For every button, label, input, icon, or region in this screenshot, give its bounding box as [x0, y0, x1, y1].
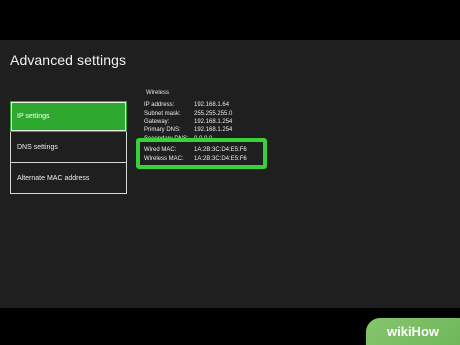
detail-row-wired-mac: Wired MAC: 1A:2B:3C:D4:E5:F6: [144, 145, 264, 154]
network-details: IP address: 192.168.1.64 Subnet mask: 25…: [144, 101, 304, 143]
detail-row-subnet-mask: Subnet mask: 255.255.255.0: [144, 109, 304, 117]
detail-value: 192.168.1.64: [194, 102, 230, 109]
detail-row-gateway: Gateway: 192.168.1.254: [144, 118, 304, 126]
detail-label: Subnet mask:: [144, 110, 181, 117]
top-letterbox: [0, 0, 460, 40]
detail-value: 1A:2B:3C:D4:E5:F6: [194, 155, 247, 162]
menu-item-label: IP settings: [17, 113, 50, 120]
mac-address-details: Wired MAC: 1A:2B:3C:D4:E5:F6 Wireless MA…: [144, 145, 264, 163]
menu-item-label: DNS settings: [17, 143, 58, 151]
menu-item-alternate-mac[interactable]: Alternate MAC address: [10, 163, 127, 194]
menu-item-label: Alternate MAC address: [17, 174, 90, 182]
screen: Advanced settings IP settings DNS settin…: [0, 0, 460, 345]
detail-value: 255.255.255.0: [194, 110, 233, 117]
menu-item-ip-settings[interactable]: IP settings: [10, 101, 127, 132]
detail-row-wireless-mac: Wireless MAC: 1A:2B:3C:D4:E5:F6: [144, 154, 264, 163]
detail-row-ip-address: IP address: 192.168.1.64: [144, 101, 304, 109]
menu-item-dns-settings[interactable]: DNS settings: [10, 132, 127, 163]
detail-label: Wired MAC:: [144, 146, 177, 153]
advanced-settings-menu: IP settings DNS settings Alternate MAC a…: [10, 101, 127, 194]
detail-value: 192.168.1.254: [194, 118, 233, 125]
detail-row-primary-dns: Primary DNS: 192.168.1.254: [144, 126, 304, 134]
detail-value: 192.168.1.254: [194, 127, 233, 134]
page-title: Advanced settings: [10, 52, 127, 68]
wikihow-logo: wikiHow: [366, 318, 460, 345]
detail-label: Wireless MAC:: [144, 155, 184, 162]
detail-label: Gateway:: [144, 118, 170, 125]
detail-value: 1A:2B:3C:D4:E5:F6: [194, 146, 247, 153]
section-title: Wireless: [146, 90, 170, 96]
detail-label: Primary DNS:: [144, 127, 181, 134]
detail-label: IP address:: [144, 102, 175, 109]
